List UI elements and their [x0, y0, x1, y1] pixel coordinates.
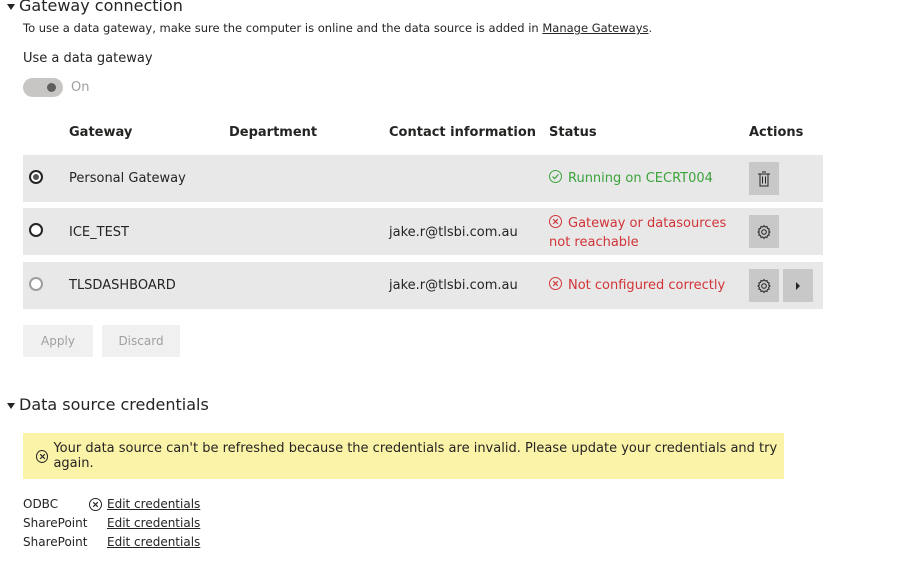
gateway-section-header[interactable]: Gateway connection: [7, 0, 183, 15]
collapse-triangle-icon[interactable]: [7, 402, 15, 409]
edit-credentials-link[interactable]: Edit credentials: [107, 497, 200, 511]
table-row[interactable]: ICE_TEST jake.r@tlsbi.com.au Gateway or …: [23, 208, 823, 255]
delete-gateway-button[interactable]: [749, 162, 779, 195]
header-actions: Actions: [749, 125, 804, 140]
trash-icon: [758, 171, 770, 186]
error-circle-icon: [36, 449, 49, 463]
gateway-radio-personal[interactable]: [29, 170, 43, 184]
warning-text: Your data source can't be refreshed beca…: [53, 441, 778, 471]
toggle-knob: [47, 83, 56, 92]
collapse-triangle-icon[interactable]: [7, 3, 15, 10]
credentials-section-title: Data source credentials: [19, 395, 209, 414]
gateway-settings-button[interactable]: [749, 269, 779, 302]
status-error: Gateway or datasources not reachable: [549, 215, 727, 250]
status-error: Not configured correctly: [549, 276, 725, 295]
error-circle-icon: [89, 498, 102, 511]
credential-type: SharePoint: [23, 516, 88, 530]
gear-icon: [757, 278, 771, 293]
discard-button[interactable]: Discard: [102, 325, 180, 357]
credentials-section-header[interactable]: Data source credentials: [7, 395, 209, 414]
gateway-description: To use a data gateway, make sure the com…: [23, 21, 653, 35]
credential-type: ODBC: [23, 497, 59, 511]
gateway-name: TLSDASHBOARD: [69, 278, 176, 293]
table-row[interactable]: TLSDASHBOARD jake.r@tlsbi.com.au Not con…: [23, 262, 823, 309]
gear-icon: [757, 224, 771, 239]
gateway-name: Personal Gateway: [69, 171, 186, 186]
edit-credentials-link[interactable]: Edit credentials: [107, 516, 200, 530]
header-status: Status: [549, 125, 597, 140]
apply-button[interactable]: Apply: [23, 325, 93, 357]
gateway-radio-tlsdashboard[interactable]: [29, 277, 43, 291]
expand-row-button[interactable]: [783, 269, 813, 302]
contact-cell: jake.r@tlsbi.com.au: [389, 278, 518, 293]
table-row[interactable]: Personal Gateway Running on CECRT004: [23, 155, 823, 202]
gateway-name: ICE_TEST: [69, 225, 129, 240]
status-running: Running on CECRT004: [549, 169, 713, 188]
gateway-radio-ice-test[interactable]: [29, 223, 43, 237]
use-gateway-label: Use a data gateway: [23, 51, 153, 66]
manage-gateways-link[interactable]: Manage Gateways: [542, 21, 648, 35]
caret-right-icon: [796, 281, 800, 290]
contact-cell: jake.r@tlsbi.com.au: [389, 225, 518, 240]
check-circle-icon: [549, 170, 562, 183]
use-gateway-toggle[interactable]: [23, 78, 63, 97]
toggle-state-label: On: [71, 80, 90, 95]
error-circle-icon: [549, 277, 562, 290]
gateway-settings-button[interactable]: [749, 215, 779, 248]
header-contact: Contact information: [389, 125, 537, 140]
credential-type: SharePoint: [23, 535, 88, 549]
credentials-warning-banner: Your data source can't be refreshed beca…: [23, 433, 784, 479]
error-circle-icon: [549, 215, 562, 228]
header-department: Department: [229, 125, 318, 140]
header-gateway: Gateway: [69, 125, 133, 140]
edit-credentials-link[interactable]: Edit credentials: [107, 535, 200, 549]
gateway-section-title: Gateway connection: [19, 0, 183, 15]
